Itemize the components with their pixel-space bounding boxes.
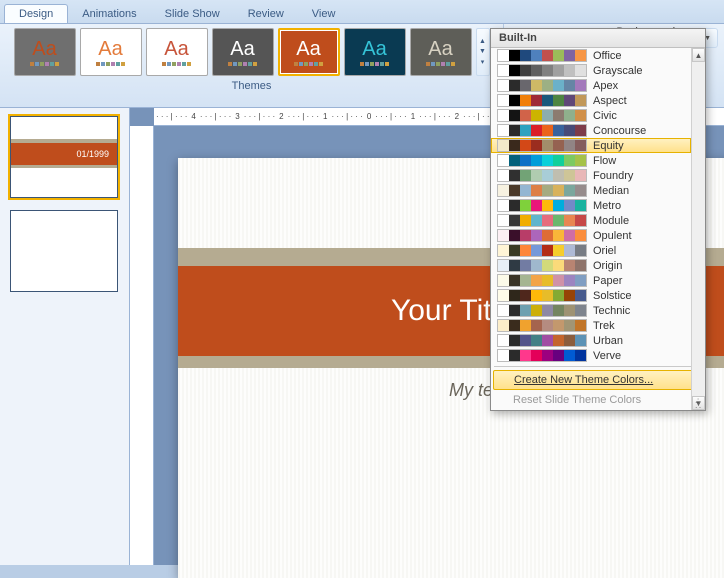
tab-view[interactable]: View bbox=[298, 5, 350, 23]
swatch-strip bbox=[497, 139, 587, 152]
themes-group: AaAaAaAaAaAaAa▲▼▾ Themes bbox=[0, 24, 504, 107]
color-scheme-label: Module bbox=[593, 215, 629, 227]
color-scheme-equity[interactable]: Equity bbox=[491, 138, 691, 153]
color-scheme-label: Flow bbox=[593, 155, 616, 167]
swatch-strip bbox=[497, 214, 587, 227]
theme-thumbnail[interactable]: Aa bbox=[212, 28, 274, 76]
color-scheme-metro[interactable]: Metro bbox=[491, 198, 691, 213]
swatch-strip bbox=[497, 274, 587, 287]
color-scheme-median[interactable]: Median bbox=[491, 183, 691, 198]
swatch-strip bbox=[497, 169, 587, 182]
swatch-strip bbox=[497, 199, 587, 212]
theme-thumbnail[interactable]: Aa bbox=[344, 28, 406, 76]
colors-dropdown: Built-In Office Grayscale Apex Aspect Civic C… bbox=[490, 28, 706, 411]
swatch-strip bbox=[497, 229, 587, 242]
color-scheme-label: Opulent bbox=[593, 230, 632, 242]
thumb-title-frag: 01/1999 bbox=[76, 149, 109, 159]
color-scheme-label: Metro bbox=[593, 200, 621, 212]
arrow-up-icon[interactable]: ▲ bbox=[692, 48, 705, 62]
color-scheme-label: Concourse bbox=[593, 125, 646, 137]
color-scheme-label: Oriel bbox=[593, 245, 616, 257]
create-new-theme-colors[interactable]: Create New Theme Colors... bbox=[493, 370, 703, 390]
color-scheme-civic[interactable]: Civic bbox=[491, 108, 691, 123]
color-scheme-label: Urban bbox=[593, 335, 623, 347]
color-scheme-label: Verve bbox=[593, 350, 621, 362]
color-scheme-label: Foundry bbox=[593, 170, 633, 182]
tab-animations[interactable]: Animations bbox=[68, 5, 150, 23]
themes-more-button[interactable]: ▲▼▾ bbox=[476, 28, 490, 76]
color-scheme-label: Grayscale bbox=[593, 65, 643, 77]
reset-slide-theme-colors: Reset Slide Theme Colors bbox=[491, 390, 705, 410]
resize-grip[interactable]: ∴∴ bbox=[695, 399, 703, 409]
color-scheme-flow[interactable]: Flow bbox=[491, 153, 691, 168]
swatch-strip bbox=[497, 289, 587, 302]
tab-slide-show[interactable]: Slide Show bbox=[151, 5, 234, 23]
color-scheme-technic[interactable]: Technic bbox=[491, 303, 691, 318]
swatch-strip bbox=[497, 244, 587, 257]
color-scheme-origin[interactable]: Origin bbox=[491, 258, 691, 273]
color-scheme-label: Equity bbox=[593, 140, 624, 152]
swatch-strip bbox=[497, 49, 587, 62]
color-scheme-oriel[interactable]: Oriel bbox=[491, 243, 691, 258]
swatch-strip bbox=[497, 304, 587, 317]
color-scheme-verve[interactable]: Verve bbox=[491, 348, 691, 363]
vertical-ruler bbox=[130, 126, 154, 565]
color-scheme-label: Office bbox=[593, 50, 622, 62]
color-scheme-foundry[interactable]: Foundry bbox=[491, 168, 691, 183]
color-scheme-label: Technic bbox=[593, 305, 630, 317]
color-scheme-concourse[interactable]: Concourse bbox=[491, 123, 691, 138]
scrollbar[interactable]: ▲ ▼ bbox=[691, 48, 705, 410]
tab-design[interactable]: Design bbox=[4, 4, 68, 23]
swatch-strip bbox=[497, 64, 587, 77]
color-scheme-label: Apex bbox=[593, 80, 618, 92]
color-scheme-aspect[interactable]: Aspect bbox=[491, 93, 691, 108]
color-scheme-label: Civic bbox=[593, 110, 617, 122]
colors-dropdown-header: Built-In bbox=[491, 29, 705, 48]
theme-thumbnail[interactable]: Aa bbox=[278, 28, 340, 76]
color-scheme-opulent[interactable]: Opulent bbox=[491, 228, 691, 243]
color-scheme-paper[interactable]: Paper bbox=[491, 273, 691, 288]
swatch-strip bbox=[497, 334, 587, 347]
color-scheme-urban[interactable]: Urban bbox=[491, 333, 691, 348]
color-scheme-label: Median bbox=[593, 185, 629, 197]
swatch-strip bbox=[497, 124, 587, 137]
color-scheme-label: Aspect bbox=[593, 95, 627, 107]
swatch-strip bbox=[497, 319, 587, 332]
color-scheme-label: Origin bbox=[593, 260, 622, 272]
color-scheme-label: Trek bbox=[593, 320, 615, 332]
slide-thumbnail-2[interactable] bbox=[10, 210, 118, 292]
swatch-strip bbox=[497, 349, 587, 362]
theme-thumbnail[interactable]: Aa bbox=[14, 28, 76, 76]
slide-thumbnail-pane[interactable]: 01/1999 bbox=[0, 108, 130, 565]
color-scheme-trek[interactable]: Trek bbox=[491, 318, 691, 333]
theme-thumbnail[interactable]: Aa bbox=[146, 28, 208, 76]
swatch-strip bbox=[497, 94, 587, 107]
color-scheme-grayscale[interactable]: Grayscale bbox=[491, 63, 691, 78]
swatch-strip bbox=[497, 79, 587, 92]
color-scheme-label: Paper bbox=[593, 275, 622, 287]
tab-review[interactable]: Review bbox=[234, 5, 298, 23]
theme-thumbnail[interactable]: Aa bbox=[410, 28, 472, 76]
color-scheme-module[interactable]: Module bbox=[491, 213, 691, 228]
theme-thumbnail[interactable]: Aa bbox=[80, 28, 142, 76]
swatch-strip bbox=[497, 109, 587, 122]
color-scheme-solstice[interactable]: Solstice bbox=[491, 288, 691, 303]
swatch-strip bbox=[497, 184, 587, 197]
color-scheme-office[interactable]: Office bbox=[491, 48, 691, 63]
swatch-strip bbox=[497, 154, 587, 167]
swatch-strip bbox=[497, 259, 587, 272]
color-scheme-apex[interactable]: Apex bbox=[491, 78, 691, 93]
slide-thumbnail-1[interactable]: 01/1999 bbox=[10, 116, 118, 198]
color-scheme-label: Solstice bbox=[593, 290, 632, 302]
themes-group-label: Themes bbox=[232, 80, 272, 92]
